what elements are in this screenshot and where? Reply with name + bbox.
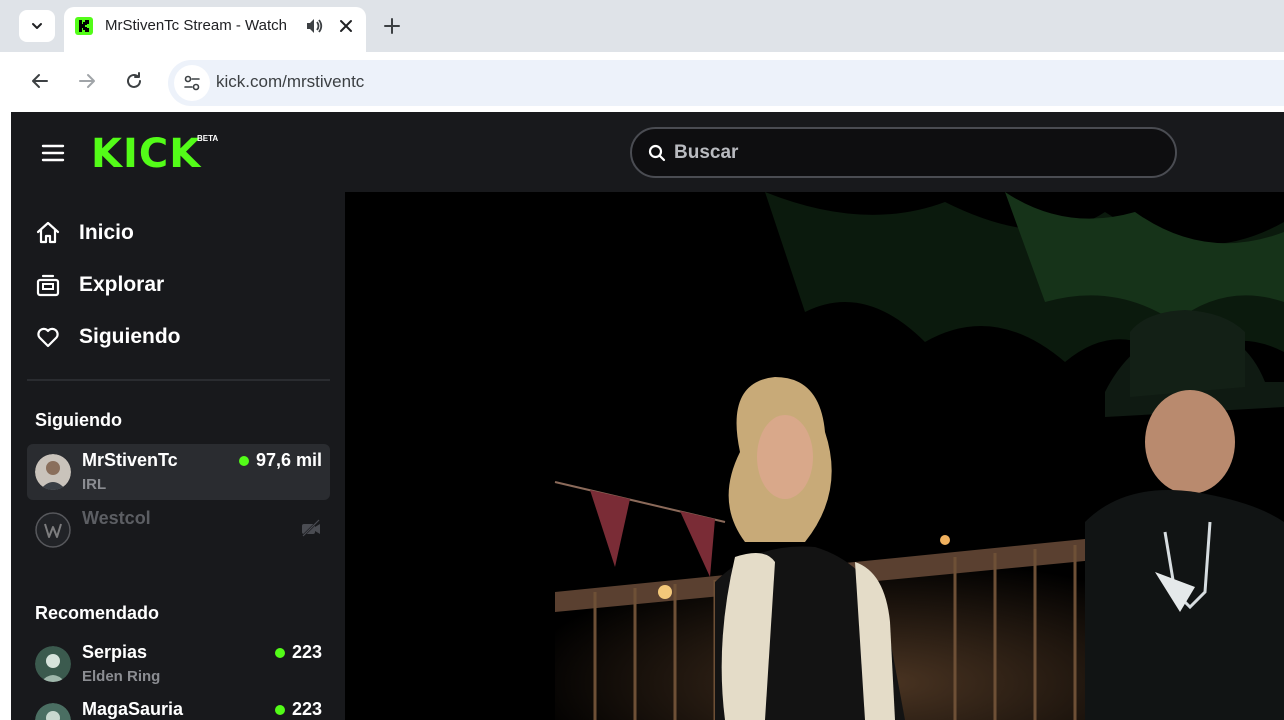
channel-item-mrstiventc[interactable]: MrStivenTc IRL 97,6 mil bbox=[27, 444, 330, 500]
kick-favicon-icon bbox=[75, 17, 93, 35]
channel-category: IRL bbox=[82, 476, 107, 493]
avatar bbox=[35, 703, 71, 720]
nav-item-siguiendo[interactable]: Siguiendo bbox=[33, 319, 333, 355]
recommended-section-title: Recomendado bbox=[35, 603, 160, 623]
avatar bbox=[35, 512, 71, 548]
avatar bbox=[35, 454, 71, 490]
url-text[interactable]: kick.com/mrstiventc bbox=[216, 72, 364, 92]
kick-page: KICK BETA Inicio Explorar bbox=[11, 112, 1284, 720]
beta-badge: BETA bbox=[197, 134, 219, 143]
tab-search-button[interactable] bbox=[19, 10, 55, 42]
reload-button[interactable] bbox=[121, 68, 147, 94]
forward-arrow-icon bbox=[79, 74, 95, 88]
reload-icon bbox=[127, 72, 141, 88]
channel-name: MrStivenTc bbox=[82, 450, 178, 470]
viewer-count-text: 223 bbox=[291, 642, 322, 662]
search-bar[interactable] bbox=[630, 127, 1177, 178]
nav-label: Inicio bbox=[79, 221, 134, 244]
tune-icon bbox=[184, 75, 200, 91]
search-icon bbox=[648, 144, 666, 162]
live-indicator bbox=[238, 455, 249, 466]
browser-tab[interactable]: MrStivenTc Stream - Watch bbox=[64, 7, 366, 52]
new-tab-icon[interactable] bbox=[380, 14, 404, 38]
nav-label: Siguiendo bbox=[79, 325, 181, 348]
channel-item-westcol[interactable]: Westcol bbox=[27, 502, 330, 558]
nav-label: Explorar bbox=[79, 273, 165, 296]
hamburger-menu-icon[interactable] bbox=[41, 142, 65, 164]
kick-logo[interactable]: KICK BETA bbox=[91, 132, 231, 176]
channel-item-magasauria[interactable]: MagaSauria 223 bbox=[27, 693, 330, 720]
browser-tabstrip: MrStivenTc Stream - Watch bbox=[0, 0, 1284, 52]
search-input[interactable] bbox=[674, 141, 1154, 165]
stream-video-frame bbox=[345, 192, 1284, 720]
sidebar-divider bbox=[27, 379, 330, 381]
video-player[interactable] bbox=[345, 192, 1284, 720]
screen: MrStivenTc Stream - Watch kick.com/mrsti… bbox=[0, 0, 1284, 720]
channel-category: Elden Ring bbox=[82, 668, 161, 685]
channel-name: MagaSauria bbox=[82, 699, 184, 719]
channel-name: Westcol bbox=[82, 508, 151, 528]
avatar bbox=[35, 646, 71, 682]
viewer-count-text: 223 bbox=[291, 699, 322, 719]
chevron-down-icon bbox=[32, 23, 42, 29]
browse-icon bbox=[33, 270, 63, 300]
logo-text: KICK bbox=[91, 131, 202, 177]
close-icon[interactable] bbox=[336, 16, 356, 36]
forward-button[interactable] bbox=[74, 68, 100, 94]
viewer-count: 223 bbox=[274, 642, 322, 663]
offline-camera-icon bbox=[302, 519, 320, 537]
site-header: KICK BETA bbox=[11, 112, 1284, 192]
live-indicator bbox=[274, 647, 285, 658]
speaker-icon[interactable] bbox=[304, 16, 324, 36]
back-arrow-icon bbox=[32, 74, 48, 88]
browser-toolbar: kick.com/mrstiventc bbox=[0, 52, 1284, 112]
nav-item-explorar[interactable]: Explorar bbox=[33, 267, 333, 303]
address-bar[interactable]: kick.com/mrstiventc bbox=[168, 60, 1284, 106]
channel-item-serpias[interactable]: Serpias Elden Ring 223 bbox=[27, 636, 330, 692]
viewer-count: 223 bbox=[274, 699, 322, 720]
tab-title: MrStivenTc Stream - Watch bbox=[105, 17, 287, 34]
viewer-count-text: 97,6 mil bbox=[255, 450, 322, 470]
back-button[interactable] bbox=[27, 68, 53, 94]
heart-icon bbox=[33, 322, 63, 352]
sidebar: Inicio Explorar Siguiendo Siguiendo MrSt… bbox=[11, 192, 345, 720]
following-section-title: Siguiendo bbox=[35, 410, 122, 430]
nav-item-inicio[interactable]: Inicio bbox=[33, 215, 333, 251]
channel-name: Serpias bbox=[82, 642, 148, 662]
live-indicator bbox=[274, 704, 285, 715]
site-info-button[interactable] bbox=[174, 65, 210, 101]
home-icon bbox=[33, 218, 63, 248]
viewer-count: 97,6 mil bbox=[238, 450, 322, 471]
